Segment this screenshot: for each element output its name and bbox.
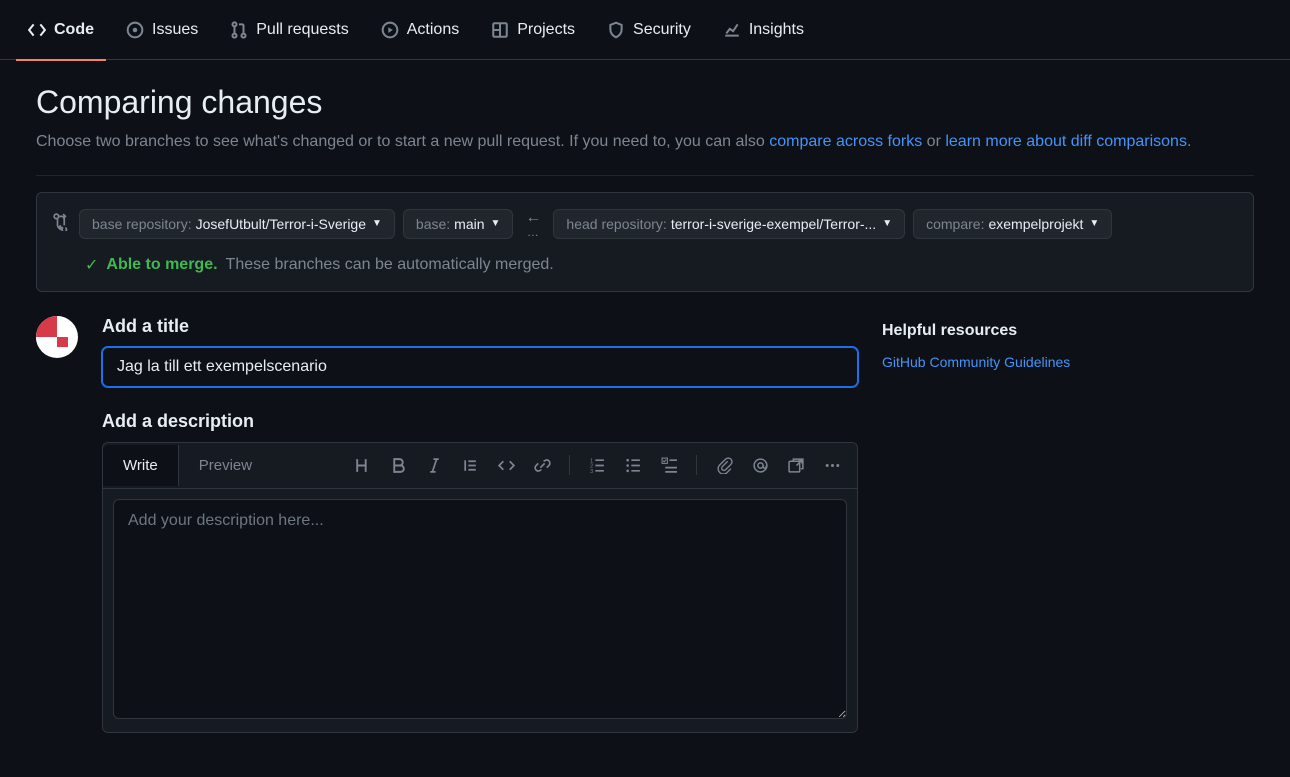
- unordered-list-button[interactable]: [624, 456, 642, 474]
- page-title: Comparing changes: [36, 84, 1254, 121]
- sidebar-heading: Helpful resources: [882, 322, 1182, 340]
- merge-detail-text: These branches can be automatically merg…: [226, 256, 554, 274]
- title-input[interactable]: [102, 347, 858, 387]
- bold-button[interactable]: [389, 456, 407, 474]
- nav-issues-label: Issues: [152, 21, 198, 39]
- community-guidelines-link[interactable]: GitHub Community Guidelines: [882, 354, 1070, 370]
- svg-text:3: 3: [590, 469, 593, 474]
- learn-diff-link[interactable]: learn more about diff comparisons: [945, 133, 1187, 150]
- mention-button[interactable]: [751, 456, 769, 474]
- kebab-button[interactable]: [823, 456, 841, 474]
- check-icon: ✓: [85, 255, 98, 275]
- title-label: Add a title: [102, 316, 858, 337]
- toolbar-separator: [569, 455, 570, 475]
- head-repo-select[interactable]: head repository: terror-i-sverige-exempe…: [553, 209, 905, 239]
- compare-box: base repository: JosefUtbult/Terror-i-Sv…: [36, 192, 1254, 292]
- nav-projects-label: Projects: [517, 21, 575, 39]
- caret-down-icon: ▼: [882, 218, 892, 229]
- compare-forks-link[interactable]: compare across forks: [769, 133, 922, 150]
- sidebar: Helpful resources GitHub Community Guide…: [882, 316, 1182, 733]
- caret-down-icon: ▼: [491, 218, 501, 229]
- page-subtitle: Choose two branches to see what's change…: [36, 129, 1254, 155]
- nav-code[interactable]: Code: [16, 0, 106, 60]
- link-button[interactable]: [533, 456, 551, 474]
- nav-actions[interactable]: Actions: [369, 0, 471, 60]
- nav-actions-label: Actions: [407, 21, 459, 39]
- tab-write[interactable]: Write: [103, 445, 179, 486]
- actions-icon: [381, 21, 399, 39]
- projects-icon: [491, 21, 509, 39]
- nav-pulls[interactable]: Pull requests: [218, 0, 361, 60]
- nav-issues[interactable]: Issues: [114, 0, 210, 60]
- nav-security-label: Security: [633, 21, 691, 39]
- description-textarea[interactable]: [113, 499, 847, 719]
- attach-button[interactable]: [715, 456, 733, 474]
- description-editor: Write Preview 123: [102, 442, 858, 733]
- divider: [36, 175, 1254, 176]
- heading-button[interactable]: [353, 456, 371, 474]
- pull-request-icon: [230, 21, 248, 39]
- editor-tabs: Write Preview 123: [103, 443, 857, 489]
- merge-able-text: Able to merge.: [106, 256, 217, 274]
- nav-security[interactable]: Security: [595, 0, 703, 60]
- toolbar-separator: [696, 455, 697, 475]
- caret-down-icon: ▼: [372, 218, 382, 229]
- git-compare-icon: [53, 213, 71, 234]
- pr-form: Add a title Add a description Write Prev…: [36, 316, 1254, 733]
- nav-code-label: Code: [54, 21, 94, 39]
- compare-row: base repository: JosefUtbult/Terror-i-Sv…: [53, 209, 1237, 239]
- security-icon: [607, 21, 625, 39]
- base-repo-select[interactable]: base repository: JosefUtbult/Terror-i-Sv…: [79, 209, 395, 239]
- quote-button[interactable]: [461, 456, 479, 474]
- caret-down-icon: ▼: [1089, 218, 1099, 229]
- nav-pulls-label: Pull requests: [256, 21, 349, 39]
- code-icon: [28, 21, 46, 39]
- issue-icon: [126, 21, 144, 39]
- merge-status: ✓ Able to merge. These branches can be a…: [53, 255, 1237, 275]
- arrow-left-icon: ← …: [521, 210, 545, 238]
- code-button[interactable]: [497, 456, 515, 474]
- task-list-button[interactable]: [660, 456, 678, 474]
- nav-insights-label: Insights: [749, 21, 804, 39]
- italic-button[interactable]: [425, 456, 443, 474]
- editor-body: [103, 489, 857, 732]
- avatar[interactable]: [36, 316, 78, 358]
- base-branch-select[interactable]: base: main ▼: [403, 209, 514, 239]
- compare-branch-select[interactable]: compare: exempelprojekt ▼: [913, 209, 1112, 239]
- editor-toolbar: 123: [337, 455, 857, 475]
- ordered-list-button[interactable]: 123: [588, 456, 606, 474]
- nav-insights[interactable]: Insights: [711, 0, 816, 60]
- nav-projects[interactable]: Projects: [479, 0, 587, 60]
- description-label: Add a description: [102, 411, 858, 432]
- insights-icon: [723, 21, 741, 39]
- repo-nav: Code Issues Pull requests Actions Projec…: [0, 0, 1290, 60]
- cross-reference-button[interactable]: [787, 456, 805, 474]
- tab-preview[interactable]: Preview: [179, 445, 273, 486]
